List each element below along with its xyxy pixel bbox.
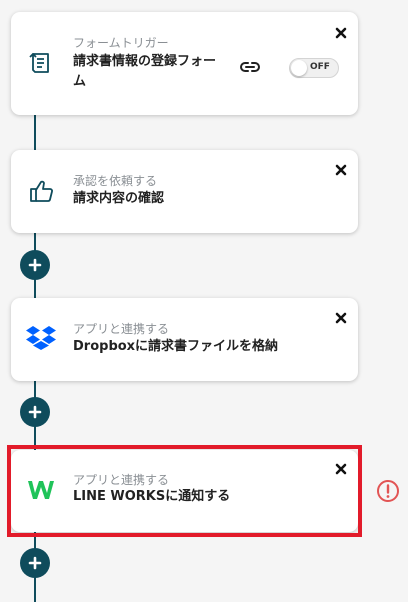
close-icon[interactable] <box>334 162 348 176</box>
form-icon <box>24 46 58 80</box>
step-card-form-trigger[interactable]: フォームトリガー 請求書情報の登録フォーム OFF <box>11 12 358 115</box>
close-icon[interactable] <box>334 310 348 324</box>
add-step-button[interactable] <box>20 250 50 280</box>
add-step-button[interactable] <box>20 397 50 427</box>
step-card-approval[interactable]: 承認を依頼する 請求内容の確認 <box>11 150 358 233</box>
thumbs-up-icon <box>24 174 58 208</box>
step-title: 請求内容の確認 <box>73 191 165 206</box>
link-icon[interactable] <box>239 59 261 75</box>
close-icon[interactable] <box>334 25 348 39</box>
step-subtitle: アプリと連携する <box>73 322 170 336</box>
step-subtitle: 承認を依頼する <box>73 174 158 188</box>
step-subtitle: フォームトリガー <box>73 36 169 50</box>
plus-icon <box>28 258 42 272</box>
toggle-label: OFF <box>310 62 330 72</box>
trigger-toggle[interactable]: OFF <box>289 58 339 78</box>
step-title: Dropboxに請求書ファイルを格納 <box>73 339 279 354</box>
alert-icon[interactable] <box>375 478 401 504</box>
step-card-dropbox[interactable]: アプリと連携する Dropboxに請求書ファイルを格納 <box>11 298 358 381</box>
add-step-button[interactable] <box>20 548 50 578</box>
plus-icon <box>28 405 42 419</box>
selection-highlight <box>7 445 362 537</box>
plus-icon <box>28 556 42 570</box>
toggle-knob <box>291 60 307 76</box>
step-title: 請求書情報の登録フォーム <box>73 54 217 89</box>
dropbox-icon <box>24 322 58 356</box>
